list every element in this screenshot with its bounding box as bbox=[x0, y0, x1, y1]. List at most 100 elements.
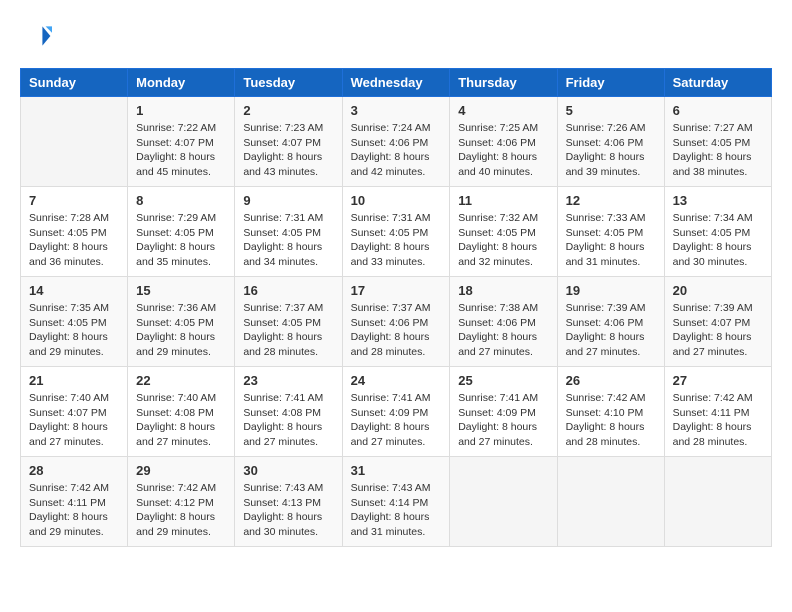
day-info: Sunrise: 7:38 AM Sunset: 4:06 PM Dayligh… bbox=[458, 301, 548, 360]
day-info: Sunrise: 7:31 AM Sunset: 4:05 PM Dayligh… bbox=[351, 211, 442, 270]
day-number: 13 bbox=[673, 193, 763, 208]
calendar-week-row: 21 Sunrise: 7:40 AM Sunset: 4:07 PM Dayli… bbox=[21, 367, 772, 457]
day-number: 7 bbox=[29, 193, 119, 208]
day-number: 17 bbox=[351, 283, 442, 298]
day-number: 25 bbox=[458, 373, 548, 388]
calendar-cell: 31 Sunrise: 7:43 AM Sunset: 4:14 PM Dayli… bbox=[342, 457, 450, 547]
calendar-week-row: 14Sunrise: 7:35 AM Sunset: 4:05 PM Dayli… bbox=[21, 277, 772, 367]
calendar-table: SundayMondayTuesdayWednesdayThursdayFrid… bbox=[20, 68, 772, 547]
day-number: 21 bbox=[29, 373, 119, 388]
weekday-header-wednesday: Wednesday bbox=[342, 69, 450, 97]
day-info: Sunrise: 7:42 AM Sunset: 4:11 PM Dayligh… bbox=[29, 481, 119, 540]
calendar-cell: 12 Sunrise: 7:33 AM Sunset: 4:05 PM Dayli… bbox=[557, 187, 664, 277]
day-number: 3 bbox=[351, 103, 442, 118]
calendar-cell: 30 Sunrise: 7:43 AM Sunset: 4:13 PM Dayli… bbox=[235, 457, 342, 547]
day-info: Sunrise: 7:41 AM Sunset: 4:09 PM Dayligh… bbox=[458, 391, 548, 450]
day-number: 29 bbox=[136, 463, 226, 478]
calendar-cell: 24 Sunrise: 7:41 AM Sunset: 4:09 PM Dayli… bbox=[342, 367, 450, 457]
day-info: Sunrise: 7:33 AM Sunset: 4:05 PM Dayligh… bbox=[566, 211, 656, 270]
calendar-cell: 22 Sunrise: 7:40 AM Sunset: 4:08 PM Dayli… bbox=[128, 367, 235, 457]
calendar-cell: 15Sunrise: 7:36 AM Sunset: 4:05 PM Dayli… bbox=[128, 277, 235, 367]
day-info: Sunrise: 7:26 AM Sunset: 4:06 PM Dayligh… bbox=[566, 121, 656, 180]
day-number: 22 bbox=[136, 373, 226, 388]
day-number: 5 bbox=[566, 103, 656, 118]
day-info: Sunrise: 7:34 AM Sunset: 4:05 PM Dayligh… bbox=[673, 211, 763, 270]
weekday-header-saturday: Saturday bbox=[664, 69, 771, 97]
day-number: 12 bbox=[566, 193, 656, 208]
calendar-cell: 18 Sunrise: 7:38 AM Sunset: 4:06 PM Dayli… bbox=[450, 277, 557, 367]
calendar-cell: 26Sunrise: 7:42 AM Sunset: 4:10 PM Dayli… bbox=[557, 367, 664, 457]
day-number: 24 bbox=[351, 373, 442, 388]
weekday-header-thursday: Thursday bbox=[450, 69, 557, 97]
day-info: Sunrise: 7:41 AM Sunset: 4:09 PM Dayligh… bbox=[351, 391, 442, 450]
calendar-cell: 1 Sunrise: 7:22 AM Sunset: 4:07 PM Daylig… bbox=[128, 97, 235, 187]
calendar-cell: 14Sunrise: 7:35 AM Sunset: 4:05 PM Dayli… bbox=[21, 277, 128, 367]
calendar-cell: 3 Sunrise: 7:24 AM Sunset: 4:06 PM Daylig… bbox=[342, 97, 450, 187]
day-info: Sunrise: 7:28 AM Sunset: 4:05 PM Dayligh… bbox=[29, 211, 119, 270]
calendar-cell: 25 Sunrise: 7:41 AM Sunset: 4:09 PM Dayli… bbox=[450, 367, 557, 457]
day-info: Sunrise: 7:25 AM Sunset: 4:06 PM Dayligh… bbox=[458, 121, 548, 180]
logo-icon bbox=[20, 20, 52, 52]
calendar-cell bbox=[664, 457, 771, 547]
calendar-cell: 8Sunrise: 7:29 AM Sunset: 4:05 PM Daylig… bbox=[128, 187, 235, 277]
day-info: Sunrise: 7:43 AM Sunset: 4:14 PM Dayligh… bbox=[351, 481, 442, 540]
day-info: Sunrise: 7:23 AM Sunset: 4:07 PM Dayligh… bbox=[243, 121, 333, 180]
calendar-cell: 19 Sunrise: 7:39 AM Sunset: 4:06 PM Dayli… bbox=[557, 277, 664, 367]
day-number: 31 bbox=[351, 463, 442, 478]
weekday-header-friday: Friday bbox=[557, 69, 664, 97]
day-info: Sunrise: 7:37 AM Sunset: 4:05 PM Dayligh… bbox=[243, 301, 333, 360]
logo bbox=[20, 20, 56, 52]
day-info: Sunrise: 7:24 AM Sunset: 4:06 PM Dayligh… bbox=[351, 121, 442, 180]
day-info: Sunrise: 7:39 AM Sunset: 4:06 PM Dayligh… bbox=[566, 301, 656, 360]
day-info: Sunrise: 7:40 AM Sunset: 4:08 PM Dayligh… bbox=[136, 391, 226, 450]
weekday-header-sunday: Sunday bbox=[21, 69, 128, 97]
calendar-cell: 29 Sunrise: 7:42 AM Sunset: 4:12 PM Dayli… bbox=[128, 457, 235, 547]
day-number: 18 bbox=[458, 283, 548, 298]
calendar-cell: 17 Sunrise: 7:37 AM Sunset: 4:06 PM Dayli… bbox=[342, 277, 450, 367]
calendar-week-row: 7 Sunrise: 7:28 AM Sunset: 4:05 PM Daylig… bbox=[21, 187, 772, 277]
calendar-cell: 20 Sunrise: 7:39 AM Sunset: 4:07 PM Dayli… bbox=[664, 277, 771, 367]
day-number: 2 bbox=[243, 103, 333, 118]
calendar-week-row: 28 Sunrise: 7:42 AM Sunset: 4:11 PM Dayli… bbox=[21, 457, 772, 547]
calendar-cell: 13 Sunrise: 7:34 AM Sunset: 4:05 PM Dayli… bbox=[664, 187, 771, 277]
day-number: 23 bbox=[243, 373, 333, 388]
calendar-cell: 11Sunrise: 7:32 AM Sunset: 4:05 PM Dayli… bbox=[450, 187, 557, 277]
calendar-cell: 28 Sunrise: 7:42 AM Sunset: 4:11 PM Dayli… bbox=[21, 457, 128, 547]
day-info: Sunrise: 7:39 AM Sunset: 4:07 PM Dayligh… bbox=[673, 301, 763, 360]
day-number: 27 bbox=[673, 373, 763, 388]
calendar-cell: 5 Sunrise: 7:26 AM Sunset: 4:06 PM Daylig… bbox=[557, 97, 664, 187]
calendar-cell: 10Sunrise: 7:31 AM Sunset: 4:05 PM Dayli… bbox=[342, 187, 450, 277]
day-number: 19 bbox=[566, 283, 656, 298]
day-number: 16 bbox=[243, 283, 333, 298]
calendar-cell: 27Sunrise: 7:42 AM Sunset: 4:11 PM Dayli… bbox=[664, 367, 771, 457]
calendar-cell bbox=[21, 97, 128, 187]
day-info: Sunrise: 7:37 AM Sunset: 4:06 PM Dayligh… bbox=[351, 301, 442, 360]
calendar-week-row: 1 Sunrise: 7:22 AM Sunset: 4:07 PM Daylig… bbox=[21, 97, 772, 187]
day-number: 20 bbox=[673, 283, 763, 298]
day-number: 30 bbox=[243, 463, 333, 478]
day-number: 4 bbox=[458, 103, 548, 118]
calendar-cell: 6 Sunrise: 7:27 AM Sunset: 4:05 PM Daylig… bbox=[664, 97, 771, 187]
page-header bbox=[20, 20, 772, 52]
day-info: Sunrise: 7:43 AM Sunset: 4:13 PM Dayligh… bbox=[243, 481, 333, 540]
day-number: 6 bbox=[673, 103, 763, 118]
day-number: 11 bbox=[458, 193, 548, 208]
calendar-cell bbox=[450, 457, 557, 547]
calendar-cell: 9Sunrise: 7:31 AM Sunset: 4:05 PM Daylig… bbox=[235, 187, 342, 277]
calendar-cell: 23 Sunrise: 7:41 AM Sunset: 4:08 PM Dayli… bbox=[235, 367, 342, 457]
weekday-header-tuesday: Tuesday bbox=[235, 69, 342, 97]
day-info: Sunrise: 7:27 AM Sunset: 4:05 PM Dayligh… bbox=[673, 121, 763, 180]
day-number: 1 bbox=[136, 103, 226, 118]
day-info: Sunrise: 7:22 AM Sunset: 4:07 PM Dayligh… bbox=[136, 121, 226, 180]
day-info: Sunrise: 7:29 AM Sunset: 4:05 PM Dayligh… bbox=[136, 211, 226, 270]
day-info: Sunrise: 7:41 AM Sunset: 4:08 PM Dayligh… bbox=[243, 391, 333, 450]
calendar-cell: 4 Sunrise: 7:25 AM Sunset: 4:06 PM Daylig… bbox=[450, 97, 557, 187]
calendar-cell: 21 Sunrise: 7:40 AM Sunset: 4:07 PM Dayli… bbox=[21, 367, 128, 457]
day-number: 15 bbox=[136, 283, 226, 298]
calendar-cell: 16 Sunrise: 7:37 AM Sunset: 4:05 PM Dayli… bbox=[235, 277, 342, 367]
day-number: 28 bbox=[29, 463, 119, 478]
weekday-header-monday: Monday bbox=[128, 69, 235, 97]
calendar-cell: 7 Sunrise: 7:28 AM Sunset: 4:05 PM Daylig… bbox=[21, 187, 128, 277]
day-info: Sunrise: 7:40 AM Sunset: 4:07 PM Dayligh… bbox=[29, 391, 119, 450]
day-info: Sunrise: 7:42 AM Sunset: 4:12 PM Dayligh… bbox=[136, 481, 226, 540]
